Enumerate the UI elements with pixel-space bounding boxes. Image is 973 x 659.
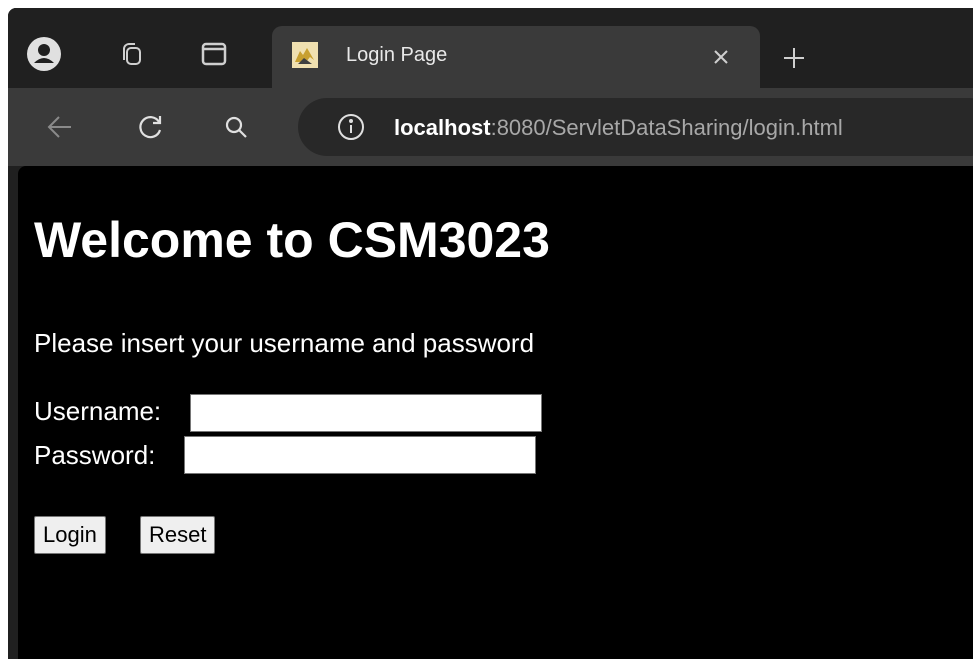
tab-actions-icon[interactable] xyxy=(112,34,152,74)
page-title: Welcome to CSM3023 xyxy=(34,212,550,268)
username-label: Username: xyxy=(34,396,162,426)
page-content: Welcome to CSM3023 Please insert your us… xyxy=(18,166,973,659)
close-icon[interactable] xyxy=(704,40,738,74)
tab-strip: Login Page xyxy=(8,8,973,88)
username-field[interactable] xyxy=(190,394,542,432)
tomcat-favicon-icon xyxy=(292,42,318,68)
reset-button[interactable]: Reset xyxy=(140,516,216,554)
url-host: localhost xyxy=(394,115,491,140)
reload-icon[interactable] xyxy=(130,107,170,147)
tab-title: Login Page xyxy=(346,44,448,66)
profile-icon[interactable] xyxy=(24,34,64,74)
toolbar: localhost:8080/ServletDataSharing/login.… xyxy=(8,88,973,166)
url-text[interactable]: localhost:8080/ServletDataSharing/login.… xyxy=(394,115,843,141)
tab-login-page[interactable]: Login Page xyxy=(272,26,760,88)
back-icon[interactable] xyxy=(40,107,80,147)
search-icon[interactable] xyxy=(216,107,256,147)
password-label: Password: xyxy=(34,440,156,470)
browser-window: Login Page localhost:8080/ServletDataSha… xyxy=(8,8,973,659)
site-info-icon[interactable] xyxy=(336,112,366,147)
address-bar[interactable]: localhost:8080/ServletDataSharing/login.… xyxy=(298,98,973,156)
vertical-tabs-icon[interactable] xyxy=(194,34,234,74)
login-prompt: Please insert your username and password xyxy=(34,328,535,358)
password-field[interactable] xyxy=(184,436,536,474)
url-path: :8080/ServletDataSharing/login.html xyxy=(490,115,843,140)
new-tab-icon[interactable] xyxy=(774,38,814,78)
login-button[interactable]: Login xyxy=(34,516,106,554)
